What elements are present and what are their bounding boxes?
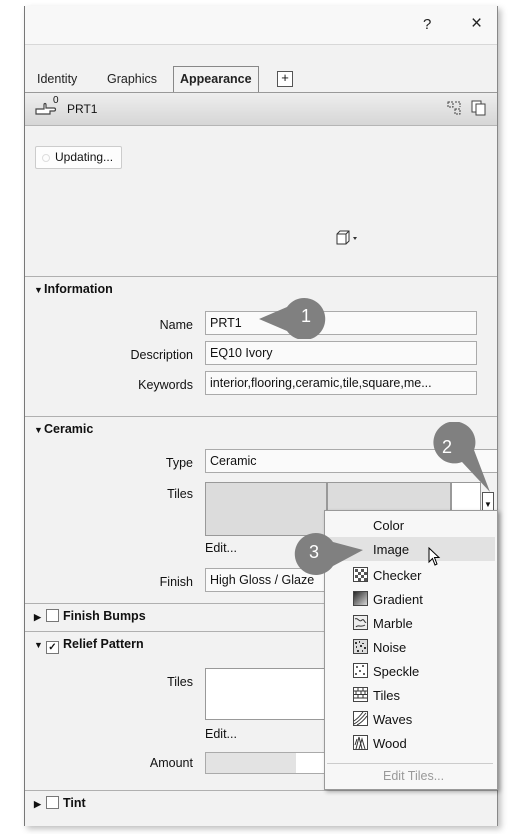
menu-item-label: Tiles [373, 688, 400, 703]
keywords-field[interactable]: interior,flooring,ceramic,tile,square,me… [205, 371, 477, 395]
menu-item-label: Waves [373, 712, 413, 727]
collapse-arrow-icon: ▼ [34, 285, 43, 295]
type-label: Type [165, 456, 193, 470]
menu-item-label: Color [373, 518, 405, 533]
relief-tiles-label: Tiles [167, 675, 193, 689]
usage-count: 0 [53, 95, 59, 106]
marble-icon [353, 615, 368, 630]
asset-name: PRT1 [67, 102, 98, 116]
amount-slider[interactable] [205, 752, 325, 774]
duplicate-icon[interactable] [447, 101, 461, 115]
menu-item-label: Wood [373, 736, 407, 751]
close-button[interactable]: × [471, 13, 482, 35]
updating-status: Updating... [35, 146, 123, 169]
finish-label: Finish [159, 575, 193, 589]
description-field[interactable]: EQ10 Ivory [205, 341, 477, 365]
menu-item-waves[interactable]: Waves [325, 707, 495, 731]
name-label: Name [159, 318, 193, 332]
callout-1-number: 1 [301, 306, 312, 326]
menu-item-label: Checker [373, 568, 422, 583]
relief-pattern-checkbox[interactable]: ✓ [46, 641, 59, 654]
collapse-arrow-icon: ▼ [34, 640, 43, 650]
menu-item-label: Speckle [373, 664, 420, 679]
mouse-pointer-icon [428, 547, 441, 566]
status-dot-icon [42, 153, 50, 162]
menu-separator [327, 763, 493, 764]
keywords-label: Keywords [138, 378, 193, 392]
amount-slider-thumb[interactable] [296, 753, 324, 773]
menu-item-marble[interactable]: Marble [325, 611, 495, 635]
menu-item-wood[interactable]: Wood [325, 731, 495, 755]
tint-checkbox[interactable] [46, 796, 59, 809]
help-button[interactable]: ? [423, 16, 431, 33]
tiles-label: Tiles [167, 487, 193, 501]
section-title: Finish Bumps [63, 609, 146, 623]
replace-asset-icon[interactable] [471, 100, 486, 116]
expand-arrow-icon: ▶ [34, 799, 41, 809]
waves-icon [353, 711, 368, 726]
menu-item-label: Gradient [373, 592, 423, 607]
menu-item-gradient[interactable]: Gradient [325, 587, 495, 611]
section-title: Tint [63, 796, 86, 810]
menu-item-label: Image [373, 542, 410, 557]
title-bar: ? × [25, 6, 497, 45]
tab-appearance[interactable]: Appearance [173, 66, 259, 92]
section-title: Information [44, 282, 113, 296]
section-title: Relief Pattern [63, 637, 144, 651]
asset-bar: 0 PRT1 [25, 93, 497, 126]
relief-tiles-edit-link[interactable]: Edit... [205, 727, 237, 741]
gradient-icon [353, 591, 368, 606]
tab-graphics[interactable]: Graphics [107, 72, 157, 86]
updating-text: Updating... [55, 150, 114, 164]
expand-arrow-icon: ▶ [34, 612, 41, 622]
callout-2 [433, 422, 490, 492]
speckle-icon [353, 663, 368, 678]
callout-3 [294, 533, 363, 575]
menu-item-noise[interactable]: Noise [325, 635, 495, 659]
menu-item-tiles[interactable]: Tiles [325, 683, 495, 707]
tiles-icon [353, 687, 368, 702]
add-tab-button[interactable]: + [277, 71, 293, 87]
name-field[interactable]: PRT1 [205, 311, 477, 335]
amount-label: Amount [149, 756, 193, 770]
noise-icon [353, 639, 368, 654]
menu-item-label: Noise [373, 640, 407, 655]
callout-3-number: 3 [309, 542, 320, 562]
callout-1 [259, 298, 326, 339]
section-title: Ceramic [44, 422, 94, 436]
cube-icon[interactable] [335, 230, 359, 246]
ceramic-tiles-edit-link[interactable]: Edit... [205, 541, 237, 555]
tab-strip: Identity Graphics Appearance + [25, 66, 497, 93]
menu-item-speckle[interactable]: Speckle [325, 659, 495, 683]
wood-icon [353, 735, 368, 750]
collapse-arrow-icon: ▼ [34, 425, 43, 435]
tint-section-header[interactable]: ▶ Tint [25, 790, 497, 814]
material-preview: Updating... [25, 126, 497, 276]
edit-tiles-menu-item: Edit Tiles... [383, 769, 445, 783]
description-label: Description [130, 348, 193, 362]
callout-2-number: 2 [442, 437, 453, 457]
menu-item-label: Marble [373, 616, 413, 631]
finish-bumps-checkbox[interactable] [46, 609, 59, 622]
tab-identity[interactable]: Identity [37, 72, 77, 86]
